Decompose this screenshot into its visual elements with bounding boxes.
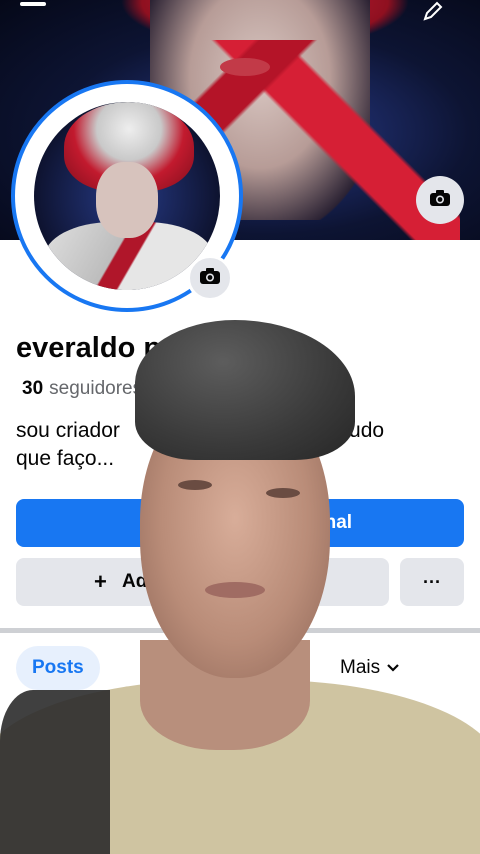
primary-button-label-end: onal — [313, 512, 353, 533]
more-dots-icon: ··· — [423, 571, 441, 592]
camera-icon — [429, 189, 451, 212]
tab-posts[interactable]: Posts — [16, 646, 100, 690]
bio-line1: sou criador — [16, 419, 120, 442]
add-story-button[interactable]: + Ad ry — [16, 558, 389, 606]
chevron-down-icon[interactable] — [187, 339, 207, 358]
tab-posts-label: Posts — [32, 657, 84, 678]
person-shirt-shadow — [0, 690, 110, 854]
profile-tabs: Posts tos Mais — [16, 646, 466, 692]
followers-count[interactable]: 30 seguidores — [22, 378, 142, 400]
tab-more[interactable]: Mais — [340, 646, 400, 690]
menu-icon[interactable] — [20, 2, 46, 6]
person-left-eye — [178, 480, 212, 490]
pencil-icon[interactable] — [422, 0, 444, 22]
profile-name-row[interactable]: everaldo ps — [16, 332, 207, 365]
story-label-start: Ad — [122, 571, 148, 592]
camera-icon — [199, 267, 221, 290]
followers-number: 30 — [22, 378, 44, 399]
avatar-face — [96, 162, 158, 238]
profile-bio: sou criador no tudo que faço... — [16, 417, 436, 473]
plus-icon: + — [94, 569, 107, 594]
tab-photos[interactable]: tos — [231, 646, 270, 690]
bio-line1-end: no tudo — [314, 419, 385, 442]
avatar-camera-button[interactable] — [187, 255, 233, 301]
cover-camera-button[interactable] — [416, 176, 464, 224]
section-divider — [0, 628, 480, 633]
cover-lips — [220, 58, 270, 76]
professional-dashboard-button[interactable]: onal — [16, 499, 464, 547]
more-options-button[interactable]: ··· — [400, 558, 464, 606]
person-shirt — [0, 680, 480, 854]
tab-photos-label: tos — [245, 657, 271, 678]
bio-line2: que faço... — [16, 447, 115, 470]
story-label-end: ry — [288, 571, 306, 592]
person-right-eye — [266, 488, 300, 498]
followers-label: seguidores — [49, 378, 143, 399]
profile-name: everaldo ps — [16, 332, 178, 364]
chevron-down-icon — [386, 657, 400, 679]
tab-more-label: Mais — [340, 657, 381, 678]
